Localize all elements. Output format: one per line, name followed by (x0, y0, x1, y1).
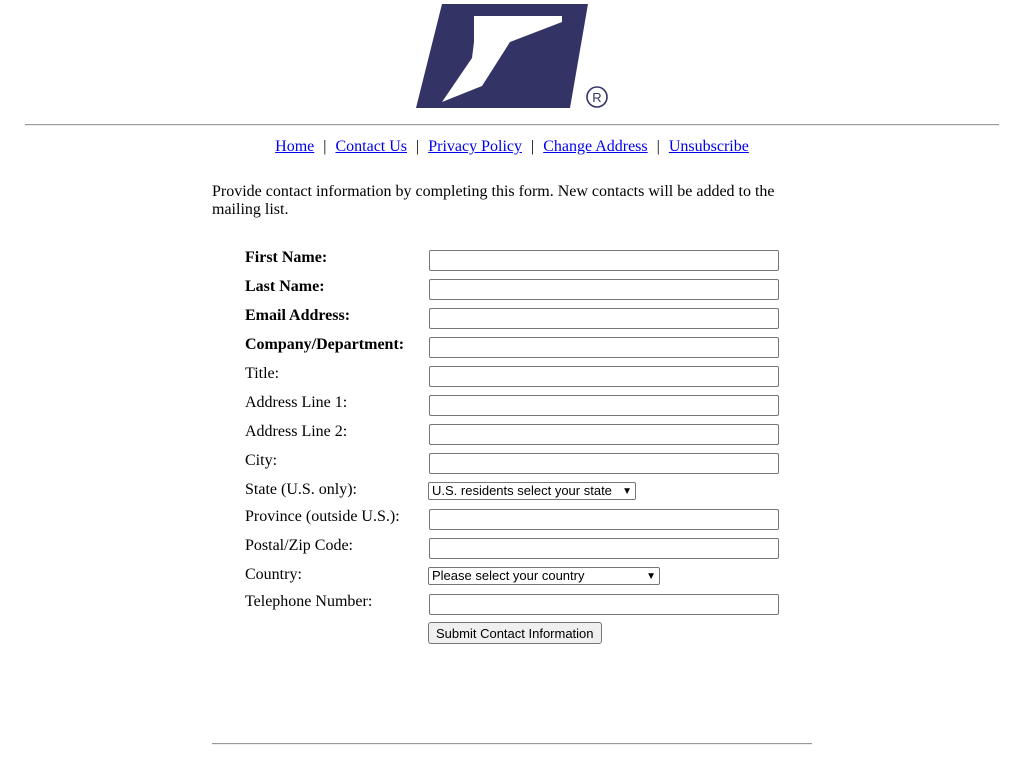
last-name-label: Last Name: (245, 278, 325, 295)
address-line-2-input[interactable] (429, 424, 779, 445)
first-name-label: First Name: (245, 249, 328, 266)
state-selected-value: U.S. residents select your state (432, 483, 612, 498)
address-line-2-label: Address Line 2: (245, 423, 348, 440)
nav-contact-us-link[interactable]: Contact Us (335, 138, 407, 155)
top-nav: Home | Contact Us | Privacy Policy | Change Ad… (0, 138, 1024, 156)
registered-mark: R (592, 90, 601, 105)
email-input[interactable] (429, 308, 779, 329)
company-label: Company/Department: (245, 336, 405, 353)
intro-text: Provide contact information by completin… (212, 183, 775, 218)
email-label: Email Address: (245, 307, 351, 324)
nav-separator: | (416, 138, 420, 155)
nav-separator: | (323, 138, 327, 155)
company-input[interactable] (429, 337, 779, 358)
country-select[interactable]: Please select your country ▼ (428, 567, 660, 585)
postal-zip-label: Postal/Zip Code: (245, 537, 353, 554)
title-label: Title: (245, 365, 280, 382)
state-select[interactable]: U.S. residents select your state ▼ (428, 482, 636, 500)
nav-unsubscribe-link[interactable]: Unsubscribe (669, 138, 749, 155)
eagle-logo-icon: R (416, 4, 608, 108)
bottom-divider (212, 743, 812, 745)
nav-change-address-link[interactable]: Change Address (543, 138, 647, 155)
province-label: Province (outside U.S.): (245, 508, 400, 525)
city-input[interactable] (429, 453, 779, 474)
nav-privacy-policy-link[interactable]: Privacy Policy (428, 138, 522, 155)
country-label: Country: (245, 566, 302, 583)
chevron-down-icon: ▼ (646, 571, 656, 582)
title-input[interactable] (429, 366, 779, 387)
city-label: City: (245, 452, 278, 469)
address-line-1-label: Address Line 1: (245, 394, 348, 411)
state-label: State (U.S. only): (245, 481, 357, 498)
last-name-input[interactable] (429, 279, 779, 300)
postal-zip-input[interactable] (429, 538, 779, 559)
telephone-input[interactable] (429, 594, 779, 615)
province-input[interactable] (429, 509, 779, 530)
top-divider (25, 124, 999, 126)
address-line-1-input[interactable] (429, 395, 779, 416)
chevron-down-icon: ▼ (622, 486, 632, 497)
nav-home-link[interactable]: Home (275, 138, 314, 155)
nav-separator: | (656, 138, 660, 155)
first-name-input[interactable] (429, 250, 779, 271)
telephone-label: Telephone Number: (245, 593, 373, 610)
submit-contact-button[interactable]: Submit Contact Information (428, 622, 602, 644)
usps-logo: R (412, 2, 612, 114)
country-selected-value: Please select your country (432, 568, 585, 583)
nav-separator: | (531, 138, 535, 155)
